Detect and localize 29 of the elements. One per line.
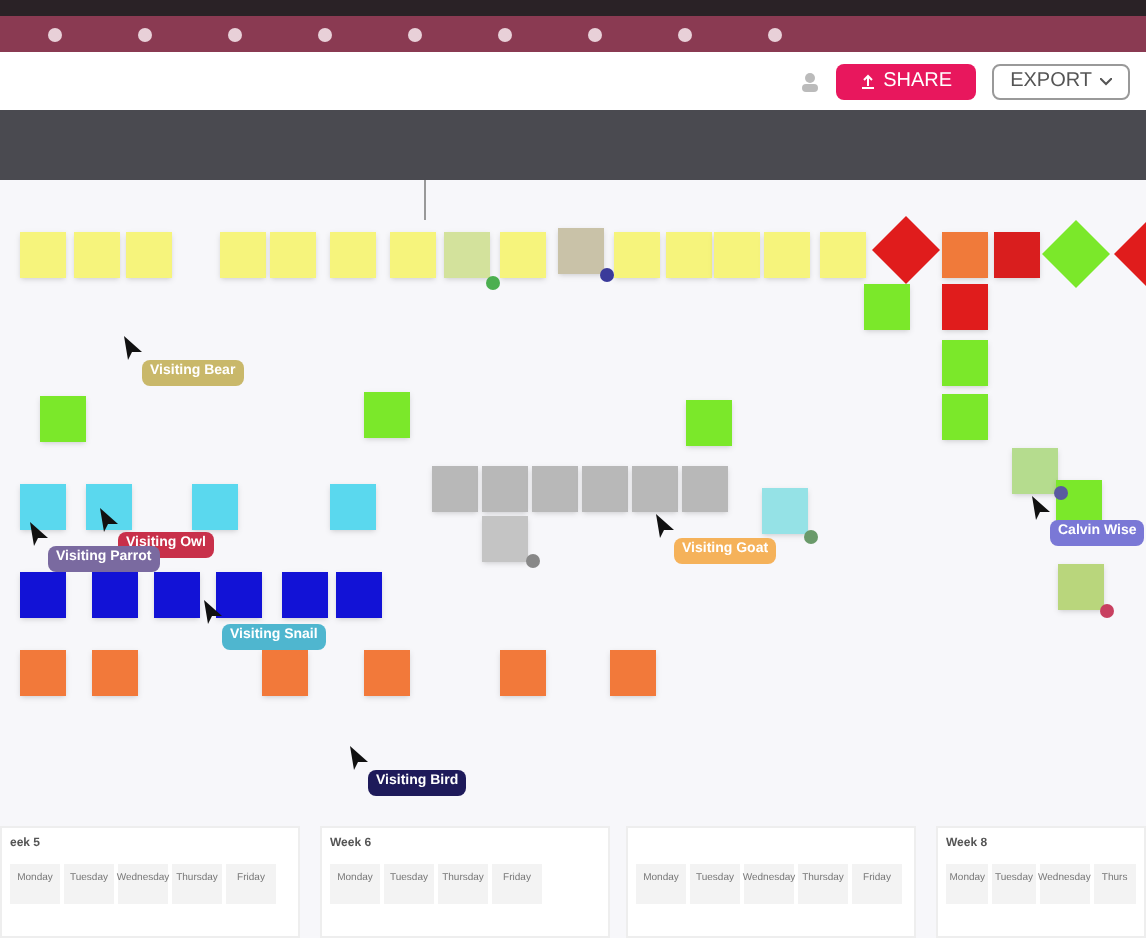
user-icon[interactable] bbox=[799, 71, 820, 91]
bookmark-icon[interactable] bbox=[408, 27, 422, 41]
cursor-icon bbox=[656, 514, 674, 538]
bookmark-icon[interactable] bbox=[318, 27, 332, 41]
avatar-icon bbox=[486, 276, 500, 290]
avatar-icon bbox=[526, 554, 540, 568]
bookmark-icon[interactable] bbox=[588, 27, 602, 41]
upload-icon bbox=[859, 73, 876, 89]
avatar-icon bbox=[804, 530, 818, 544]
sticky-note[interactable] bbox=[86, 484, 132, 530]
cursor-icon bbox=[350, 746, 368, 770]
bookmark-icon[interactable] bbox=[768, 27, 782, 41]
avatar-icon bbox=[1100, 604, 1114, 618]
caret-icon bbox=[1100, 77, 1112, 85]
export-button[interactable]: EXPORT bbox=[992, 63, 1130, 99]
cursor-icon bbox=[204, 600, 222, 624]
share-button[interactable]: SHARE bbox=[835, 63, 977, 99]
avatar-icon bbox=[600, 268, 614, 282]
bookmark-icon[interactable] bbox=[678, 27, 692, 41]
cursor-icon bbox=[1032, 496, 1050, 520]
avatar-icon bbox=[1054, 486, 1068, 500]
cursor-icon bbox=[124, 336, 142, 360]
cursor-icon bbox=[30, 522, 48, 546]
bookmark-icon[interactable] bbox=[48, 27, 62, 41]
bookmark-icon[interactable] bbox=[498, 27, 512, 41]
diamond-shape[interactable] bbox=[872, 216, 940, 284]
bookmark-icon[interactable] bbox=[138, 27, 152, 41]
cursor-icon bbox=[100, 508, 118, 532]
bookmark-icon[interactable] bbox=[228, 27, 242, 41]
